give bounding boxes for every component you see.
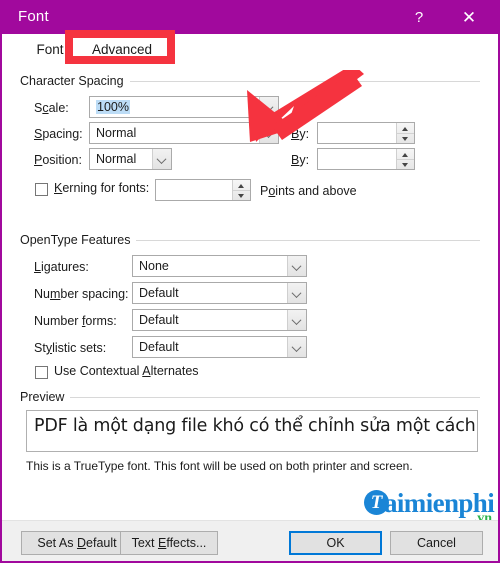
chevron-down-icon[interactable] xyxy=(152,149,171,169)
position-by-label: By: xyxy=(291,153,310,167)
text-effects-button[interactable]: Text Effects... xyxy=(120,531,218,555)
scale-value: 100% xyxy=(96,100,130,114)
number-forms-value: Default xyxy=(139,313,179,327)
scale-label: Scale: xyxy=(34,101,69,115)
kerning-suffix-label: Points and above xyxy=(260,184,357,198)
spinner-down-icon[interactable] xyxy=(397,133,414,144)
spinner-up-icon[interactable] xyxy=(397,123,414,133)
spinner-icon[interactable] xyxy=(396,149,414,169)
spacing-label: Spacing: xyxy=(34,127,83,141)
opentype-group-label: OpenType Features xyxy=(20,233,137,247)
ligatures-label: Ligatures: xyxy=(34,260,89,274)
tab-font-label: Font xyxy=(36,42,64,57)
set-as-default-button[interactable]: Set As Default xyxy=(21,531,133,555)
preview-rule xyxy=(20,397,480,398)
font-description-note: This is a TrueType font. This font will … xyxy=(26,459,413,473)
contextual-alternates-checkbox[interactable] xyxy=(35,366,48,379)
number-forms-label: Number forms: xyxy=(34,314,117,328)
number-spacing-value: Default xyxy=(139,286,179,300)
number-forms-combo[interactable]: Default xyxy=(132,309,307,331)
chevron-down-icon[interactable] xyxy=(287,337,306,357)
spinner-down-icon[interactable] xyxy=(233,190,250,201)
stylistic-sets-value: Default xyxy=(139,340,179,354)
character-spacing-group-label: Character Spacing xyxy=(20,74,130,88)
preview-sample-text: PDF là một dạng file khó có thể chỉnh sử… xyxy=(34,416,476,436)
font-dialog: Font ? ✕ Font Advanced Character Spacing… xyxy=(0,0,500,563)
spinner-down-icon[interactable] xyxy=(397,159,414,170)
dialog-button-bar: Set As Default Text Effects... OK Cancel xyxy=(2,520,498,561)
annotation-highlight-rect xyxy=(65,30,175,64)
kerning-label: Kerning for fonts: xyxy=(54,181,150,195)
preview-box: PDF là một dạng file khó có thể chỉnh sử… xyxy=(26,410,478,452)
chevron-down-icon[interactable] xyxy=(287,310,306,330)
help-icon[interactable]: ? xyxy=(398,2,440,34)
contextual-alternates-label: Use Contextual Alternates xyxy=(54,364,199,378)
close-icon[interactable]: ✕ xyxy=(448,2,490,34)
ligatures-value: None xyxy=(139,259,169,273)
kerning-size-stepper[interactable] xyxy=(155,179,251,201)
preview-group-label: Preview xyxy=(20,390,71,404)
stylistic-sets-combo[interactable]: Default xyxy=(132,336,307,358)
number-spacing-label: Number spacing: xyxy=(34,287,129,301)
position-value: Normal xyxy=(96,152,137,166)
position-combo[interactable]: Normal xyxy=(89,148,172,170)
spinner-up-icon[interactable] xyxy=(233,180,250,190)
spinner-icon[interactable] xyxy=(232,180,250,200)
ligatures-combo[interactable]: None xyxy=(132,255,307,277)
stylistic-sets-label: Stylistic sets: xyxy=(34,341,107,355)
annotation-arrow-icon xyxy=(247,70,364,142)
position-label: Position: xyxy=(34,153,82,167)
dialog-title: Font xyxy=(18,8,49,25)
cancel-button[interactable]: Cancel xyxy=(390,531,483,555)
spinner-icon[interactable] xyxy=(396,123,414,143)
number-spacing-combo[interactable]: Default xyxy=(132,282,307,304)
chevron-down-icon[interactable] xyxy=(287,283,306,303)
chevron-down-icon[interactable] xyxy=(287,256,306,276)
ok-button[interactable]: OK xyxy=(289,531,382,555)
spinner-up-icon[interactable] xyxy=(397,149,414,159)
kerning-checkbox[interactable] xyxy=(35,183,48,196)
spacing-value: Normal xyxy=(96,126,137,140)
